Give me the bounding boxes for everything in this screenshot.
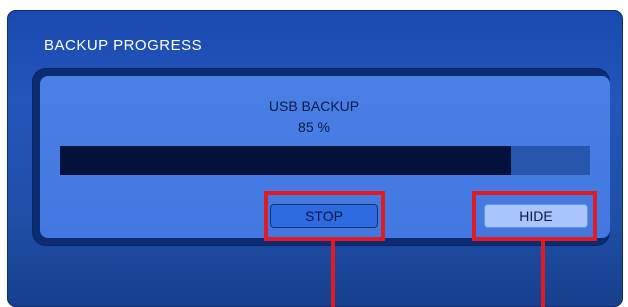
task-name-label: USB BACKUP [268, 98, 360, 114]
progress-percent-label: 85 % [298, 119, 330, 135]
hide-button-callout-line [541, 241, 545, 307]
progress-bar-fill [60, 146, 511, 175]
window-title: BACKUP PROGRESS [44, 37, 203, 54]
progress-bar [60, 146, 590, 175]
hide-button-callout-box [472, 191, 597, 241]
stop-button-callout-box [264, 191, 385, 241]
stop-button-callout-line [331, 241, 335, 307]
